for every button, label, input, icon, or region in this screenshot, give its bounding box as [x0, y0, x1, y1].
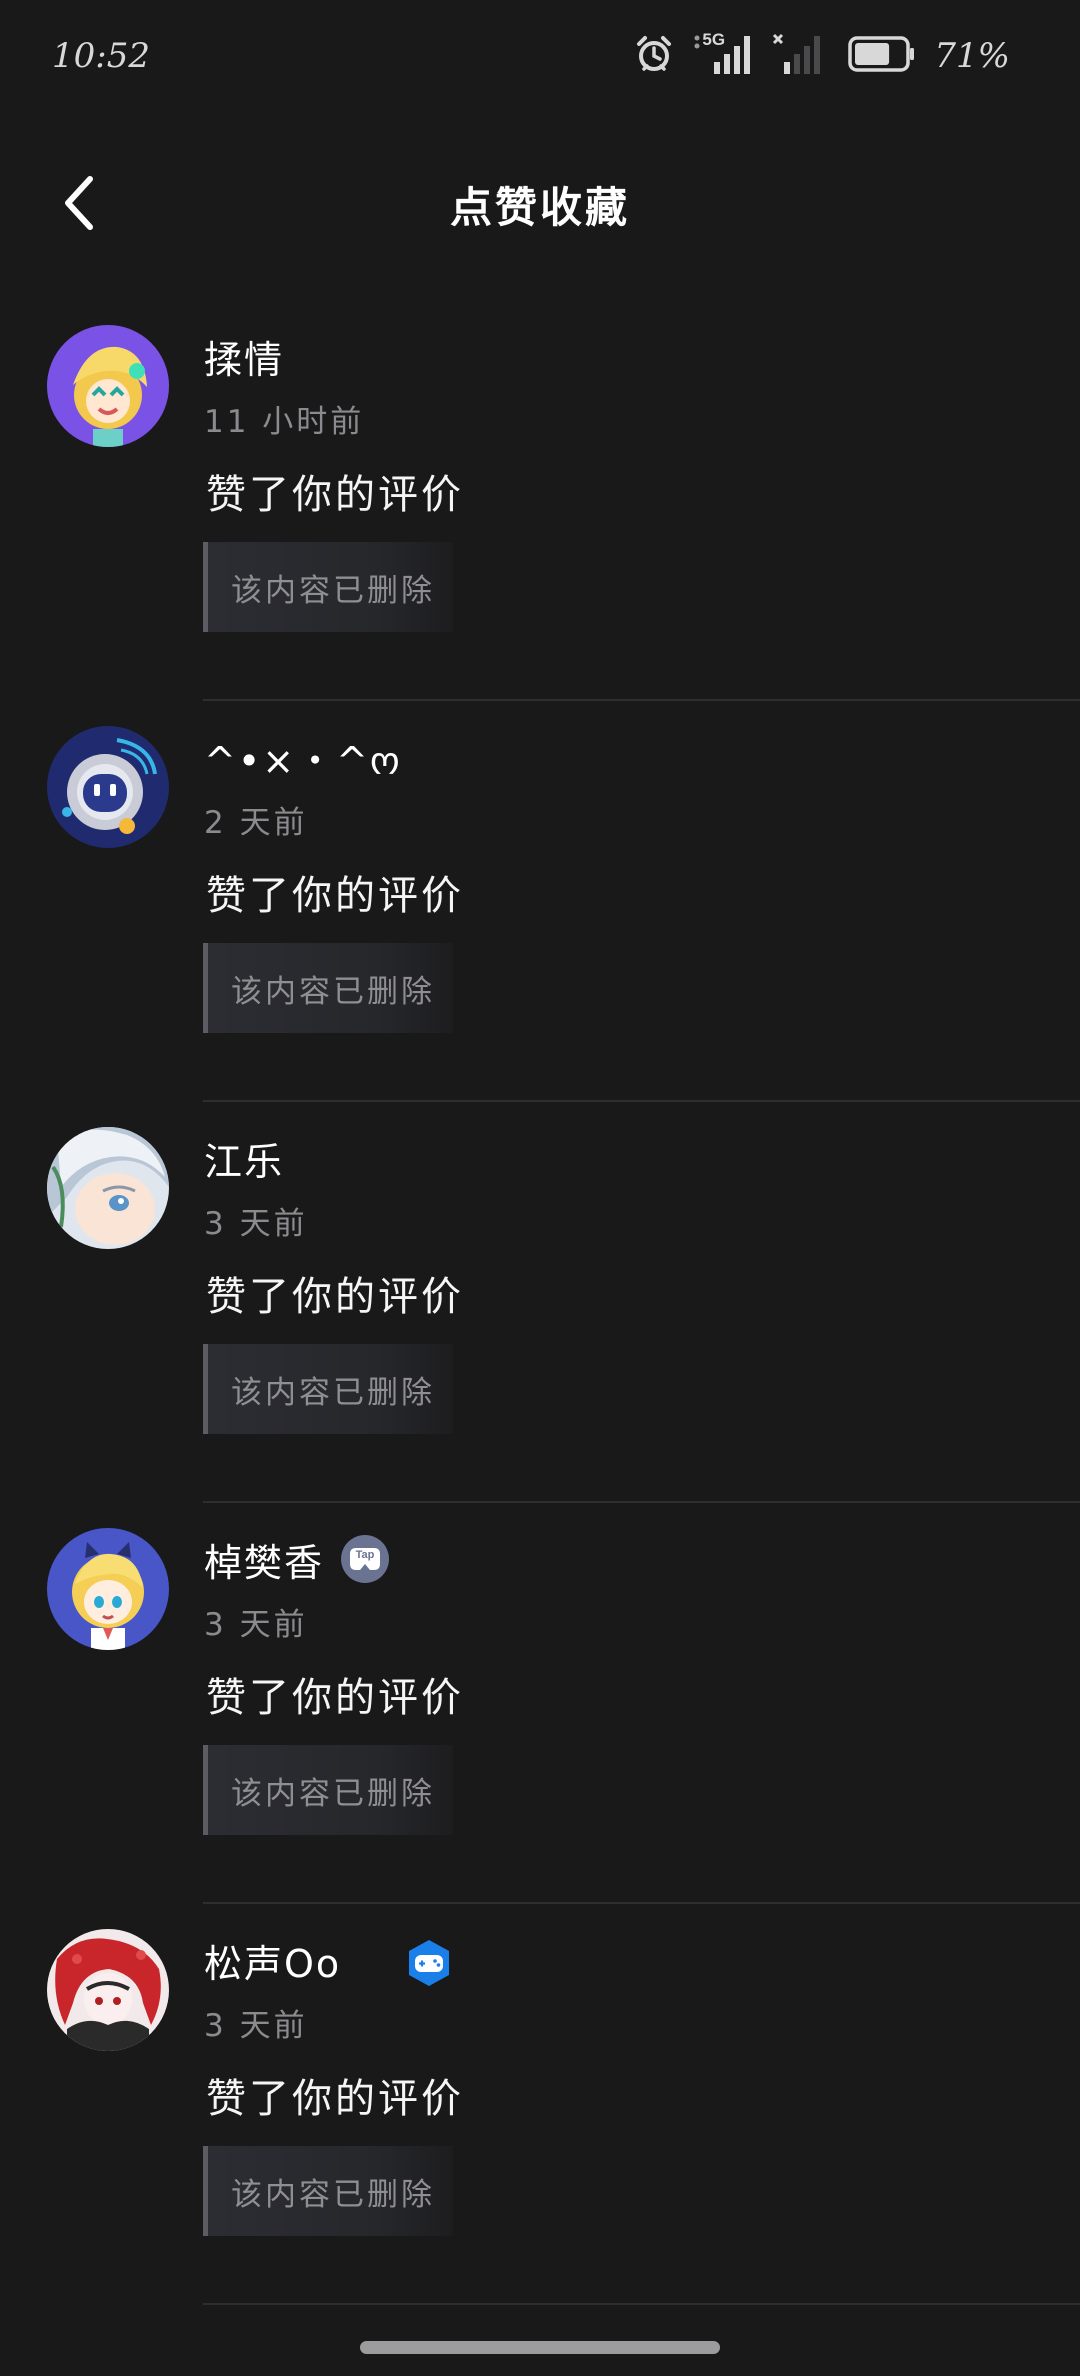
user-row: ^•×・^ო [204, 727, 402, 787]
action-text: 赞了你的评价 [206, 1675, 464, 1721]
alarm-icon [634, 34, 674, 78]
quoted-content-text: 该内容已删除 [231, 2176, 435, 2213]
timestamp: 2 天前 [204, 805, 308, 841]
signal-5g-icon: 5G [692, 30, 754, 80]
avatar[interactable] [47, 1929, 169, 2051]
signal-sim2-icon [772, 32, 822, 80]
quoted-content-text: 该内容已删除 [231, 1374, 435, 1411]
quoted-content[interactable]: 该内容已删除 [203, 1344, 453, 1434]
home-indicator[interactable] [360, 2341, 720, 2354]
avatar[interactable] [47, 1528, 169, 1650]
list-item[interactable]: 揉情 11 小时前 赞了你的评价 该内容已删除 [0, 300, 1080, 701]
action-text: 赞了你的评价 [206, 1274, 464, 1320]
quoted-content[interactable]: 该内容已删除 [203, 2146, 453, 2236]
avatar[interactable] [47, 325, 169, 447]
user-row: 棹樊香 Tap [204, 1529, 390, 1589]
username[interactable]: 松声Oo [204, 1933, 341, 1988]
user-row: 揉情 [204, 326, 284, 386]
status-icons: 5G 71% [634, 30, 1010, 82]
gamepad-badge-icon [404, 1938, 454, 1988]
user-row: 松声Oo [204, 1930, 341, 1990]
action-text: 赞了你的评价 [206, 873, 464, 919]
username[interactable]: 棹樊香 [204, 1532, 324, 1587]
timestamp: 3 天前 [204, 1607, 308, 1643]
status-bar: 10:52 5G 71% [0, 0, 1080, 118]
quoted-content[interactable]: 该内容已删除 [203, 542, 453, 632]
timestamp: 11 小时前 [204, 404, 365, 440]
avatar[interactable] [47, 726, 169, 848]
page-title: 点赞收藏 [449, 183, 630, 232]
header: 点赞收藏 [0, 150, 1080, 260]
username[interactable]: ^•×・^ო [204, 730, 402, 785]
notification-list: 揉情 11 小时前 赞了你的评价 该内容已删除 ^•×・^ო 2 天前 赞了你的… [0, 300, 1080, 2305]
quoted-content-text: 该内容已删除 [231, 572, 435, 609]
quoted-content-text: 该内容已删除 [231, 973, 435, 1010]
list-item[interactable]: 棹樊香 Tap 3 天前 赞了你的评价 该内容已删除 [0, 1503, 1080, 1904]
tap-badge-icon: Tap [340, 1534, 390, 1584]
timestamp: 3 天前 [204, 2008, 308, 2044]
list-item[interactable]: 江乐 3 天前 赞了你的评价 该内容已删除 [0, 1102, 1080, 1503]
quoted-content-text: 该内容已删除 [231, 1775, 435, 1812]
network-label: 5G [702, 30, 726, 49]
list-item[interactable]: ^•×・^ო 2 天前 赞了你的评价 该内容已删除 [0, 701, 1080, 1102]
quoted-content[interactable]: 该内容已删除 [203, 1745, 453, 1835]
battery-percent: 71% [934, 36, 1010, 76]
avatar[interactable] [47, 1127, 169, 1249]
divider [203, 2303, 1080, 2305]
status-time: 10:52 [52, 36, 150, 76]
action-text: 赞了你的评价 [206, 472, 464, 518]
user-row: 江乐 [204, 1128, 284, 1188]
tap-badge-label: Tap [355, 1549, 375, 1561]
battery-icon [848, 35, 916, 77]
quoted-content[interactable]: 该内容已删除 [203, 943, 453, 1033]
username[interactable]: 江乐 [204, 1131, 284, 1186]
action-text: 赞了你的评价 [206, 2076, 464, 2122]
list-item[interactable]: 松声Oo 3 天前 赞了你的评价 该内容已删除 [0, 1904, 1080, 2305]
username[interactable]: 揉情 [204, 329, 284, 384]
timestamp: 3 天前 [204, 1206, 308, 1242]
